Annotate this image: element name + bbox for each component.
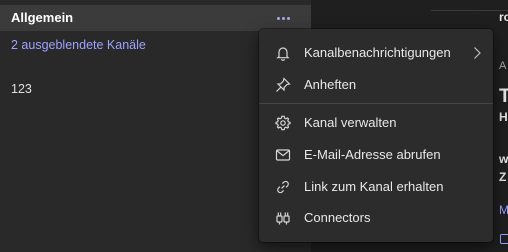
menu-item-label: Anheften <box>304 77 357 92</box>
bell-icon <box>274 44 292 62</box>
hidden-channels-link[interactable]: 2 ausgeblendete Kanäle <box>11 38 146 52</box>
channel-context-menu: Kanalbenachrichtigungen Anheften Kanal v… <box>259 29 493 242</box>
gear-icon <box>274 114 292 132</box>
pin-icon <box>274 76 292 94</box>
channel-name: Allgemein <box>11 10 74 25</box>
post-body-fragment: H <box>499 110 508 124</box>
post-author-fragment: ro <box>499 10 508 24</box>
divider <box>431 10 508 11</box>
menu-item-label: Connectors <box>304 210 371 225</box>
post-body-fragment-3: Z <box>499 170 507 184</box>
post-link-fragment[interactable]: M <box>499 203 508 217</box>
menu-item-kanal-verwalten[interactable]: Kanal verwalten <box>259 107 493 138</box>
menu-item-label: Link zum Kanal erhalten <box>304 179 444 194</box>
more-options-icon[interactable] <box>270 8 296 28</box>
menu-item-kanalbenachrichtigungen[interactable]: Kanalbenachrichtigungen <box>259 37 493 68</box>
menu-item-label: Kanalbenachrichtigungen <box>304 45 451 60</box>
menu-item-email-adresse[interactable]: E-Mail-Adresse abrufen <box>259 139 493 170</box>
menu-item-label: E-Mail-Adresse abrufen <box>304 147 441 162</box>
post-meta-fragment: A <box>499 60 507 72</box>
post-title-fragment: T <box>499 86 508 107</box>
post-body-fragment-2: w <box>499 152 508 166</box>
menu-item-label: Kanal verwalten <box>304 115 397 130</box>
menu-item-anheften[interactable]: Anheften <box>259 69 493 100</box>
channel-item-123[interactable]: 123 <box>11 82 32 96</box>
connector-icon <box>274 209 292 227</box>
menu-item-connectors[interactable]: Connectors <box>259 202 493 233</box>
reply-icon[interactable] <box>500 234 508 244</box>
teams-window: Allgemein 2 ausgeblendete Kanäle 123 ro … <box>0 0 508 252</box>
menu-separator <box>259 103 493 104</box>
link-icon <box>274 178 292 196</box>
mail-icon <box>274 146 292 164</box>
chevron-right-icon <box>471 45 483 61</box>
channel-row-allgemein[interactable]: Allgemein <box>0 5 311 31</box>
menu-item-link-zum-kanal[interactable]: Link zum Kanal erhalten <box>259 171 493 202</box>
